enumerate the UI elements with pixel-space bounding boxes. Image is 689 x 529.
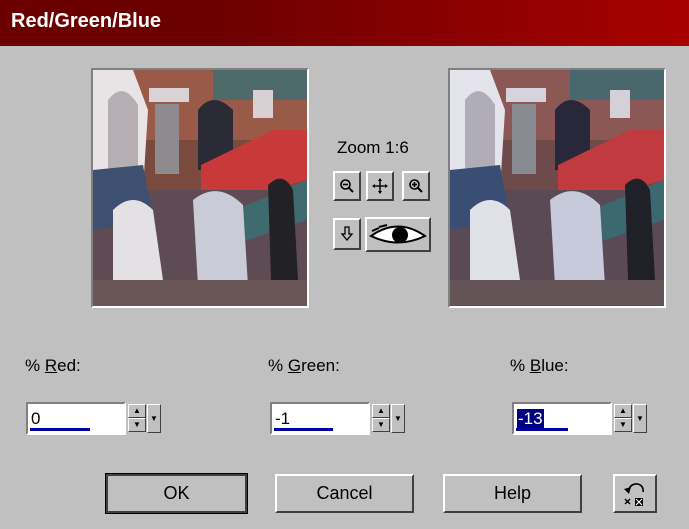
- title-bar[interactable]: Red/Green/Blue: [0, 0, 689, 46]
- pan-button[interactable]: [366, 171, 394, 201]
- move-cross-icon: [372, 178, 388, 194]
- red-value: 0: [31, 409, 41, 428]
- before-preview-image: [93, 70, 307, 306]
- blue-spinner[interactable]: -13 ▲ ▼ ▼: [512, 402, 648, 435]
- undo-reset-icon: [624, 482, 644, 506]
- after-preview[interactable]: [448, 68, 666, 308]
- blue-level-bar: [516, 428, 568, 431]
- red-decrement-button[interactable]: ▼: [128, 418, 146, 432]
- window-title: Red/Green/Blue: [11, 10, 162, 32]
- red-input[interactable]: 0: [26, 402, 126, 435]
- eye-icon: [369, 223, 427, 243]
- blue-input[interactable]: -13: [512, 402, 612, 435]
- green-value: -1: [275, 409, 291, 428]
- zoom-label: Zoom 1:6: [337, 138, 409, 157]
- ok-button[interactable]: OK: [105, 473, 248, 514]
- green-label: % Green:: [268, 356, 340, 375]
- zoom-in-button[interactable]: [402, 171, 430, 201]
- red-increment-button[interactable]: ▲: [128, 404, 146, 418]
- green-dropdown-button[interactable]: ▼: [391, 404, 405, 433]
- locate-button[interactable]: [333, 218, 361, 250]
- down-arrow-icon: [340, 226, 354, 242]
- green-increment-button[interactable]: ▲: [372, 404, 390, 418]
- red-dropdown-button[interactable]: ▼: [147, 404, 161, 433]
- green-updown[interactable]: ▲ ▼: [372, 404, 390, 433]
- red-updown[interactable]: ▲ ▼: [128, 404, 146, 433]
- green-spinner[interactable]: -1 ▲ ▼ ▼: [270, 402, 406, 435]
- red-level-bar: [30, 428, 90, 431]
- reset-button[interactable]: [613, 474, 657, 513]
- blue-increment-button[interactable]: ▲: [614, 404, 632, 418]
- green-decrement-button[interactable]: ▼: [372, 418, 390, 432]
- red-label: % Red:: [25, 356, 81, 375]
- before-preview[interactable]: [91, 68, 309, 308]
- zoom-out-button[interactable]: [333, 171, 361, 201]
- magnifier-minus-icon: [340, 179, 354, 193]
- blue-decrement-button[interactable]: ▼: [614, 418, 632, 432]
- red-spinner[interactable]: 0 ▲ ▼ ▼: [26, 402, 162, 435]
- magnifier-plus-icon: [409, 179, 423, 193]
- blue-value: -13: [517, 409, 544, 429]
- preview-toggle-button[interactable]: [365, 217, 431, 252]
- help-button[interactable]: Help: [443, 474, 582, 513]
- cancel-button[interactable]: Cancel: [275, 474, 414, 513]
- blue-updown[interactable]: ▲ ▼: [614, 404, 632, 433]
- after-preview-image: [450, 70, 664, 306]
- green-input[interactable]: -1: [270, 402, 370, 435]
- blue-label: % Blue:: [510, 356, 569, 375]
- blue-dropdown-button[interactable]: ▼: [633, 404, 647, 433]
- green-level-bar: [274, 428, 333, 431]
